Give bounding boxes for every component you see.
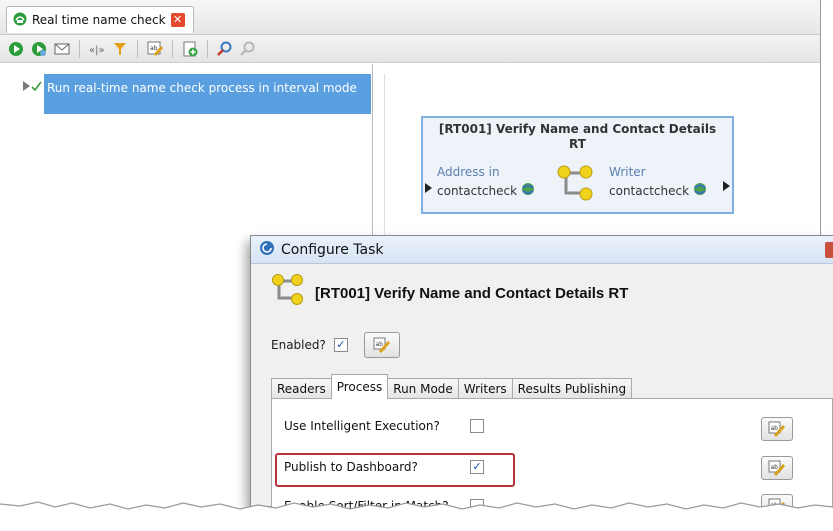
task-name: [RT001] Verify Name and Contact Details … [315,285,629,302]
step-through-icon[interactable]: «|» [87,39,107,59]
output-port-arrow-icon [723,180,731,194]
reader-label: Address in [437,165,500,179]
highlight-annotation [275,453,515,487]
toolbar-divider [172,39,173,58]
option-intelligent-execution: Use Intelligent Execution? [284,419,484,433]
tab-results-publishing[interactable]: Results Publishing [511,378,633,399]
tab-readers[interactable]: Readers [271,378,332,399]
task-header: [RT001] Verify Name and Contact Details … [271,272,628,309]
editor-toolbar: «|» ab [0,35,820,63]
search-disabled-icon[interactable] [238,39,258,59]
toolbar-divider [137,39,138,58]
dialog-close-button[interactable] [825,242,833,258]
run-scheduled-icon[interactable] [29,39,49,59]
svg-text:ab: ab [375,341,383,348]
email-icon[interactable] [52,39,72,59]
enabled-row: Enabled? ✓ ab [271,332,400,358]
tab-writers[interactable]: Writers [457,378,513,399]
filter-icon[interactable] [110,39,130,59]
enabled-label: Enabled? [271,338,326,352]
writer-block: Writer contactcheck [609,165,707,199]
enabled-checkbox[interactable]: ✓ [333,338,348,352]
run-icon[interactable] [6,39,26,59]
svg-text:ab: ab [150,45,158,52]
intelligent-execution-expression-button[interactable]: ab [761,417,793,441]
search-icon[interactable] [215,39,235,59]
svg-text:ab: ab [771,464,779,471]
enabled-expression-button[interactable]: ab [363,332,400,358]
toolbar-divider [79,39,80,58]
dialog-titlebar: Configure Task [251,236,833,264]
option-label: Use Intelligent Execution? [284,419,440,433]
tree-item-label: Run real-time name check process in inte… [47,81,357,95]
close-icon[interactable]: ✕ [170,13,185,27]
tab-label: Real time name check [32,13,166,27]
task-node[interactable]: [RT001] Verify Name and Contact Details … [421,116,734,214]
task-type-icon [271,272,305,309]
input-port-arrow-icon [425,182,433,196]
writer-value: contactcheck [609,183,690,198]
node-title-line2: RT [569,137,586,151]
dialog-tabs: Readers Process Run Mode Writers Results… [271,374,633,399]
process-icon [13,12,27,29]
reader-block: Address in contactcheck [437,165,535,199]
intelligent-execution-checkbox[interactable] [470,419,484,433]
edit-notes-icon[interactable]: ab [145,39,165,59]
reader-value: contactcheck [437,183,518,198]
svg-text:ab: ab [771,425,779,432]
tab-process[interactable]: Process [330,374,389,399]
document-tab-bar: Real time name check ✕ [0,0,820,35]
task-type-icon [556,163,596,206]
database-globe-icon [521,182,535,199]
add-task-icon[interactable] [180,39,200,59]
database-globe-icon [693,182,707,199]
svg-text:«|»: «|» [89,45,105,56]
node-title-line1: [RT001] Verify Name and Contact Details [438,122,717,136]
toolbar-divider [207,39,208,58]
tab-run-mode[interactable]: Run Mode [387,378,459,399]
torn-edge-decoration [0,501,833,531]
tab-real-time-name-check[interactable]: Real time name check ✕ [6,6,194,33]
tree-item-selected[interactable]: Run real-time name check process in inte… [44,74,371,114]
writer-label: Writer [609,165,646,179]
expand-arrow-icon[interactable] [22,80,44,95]
app-logo-icon [259,240,275,259]
publish-dashboard-expression-button[interactable]: ab [761,456,793,480]
dialog-title: Configure Task [281,241,384,258]
